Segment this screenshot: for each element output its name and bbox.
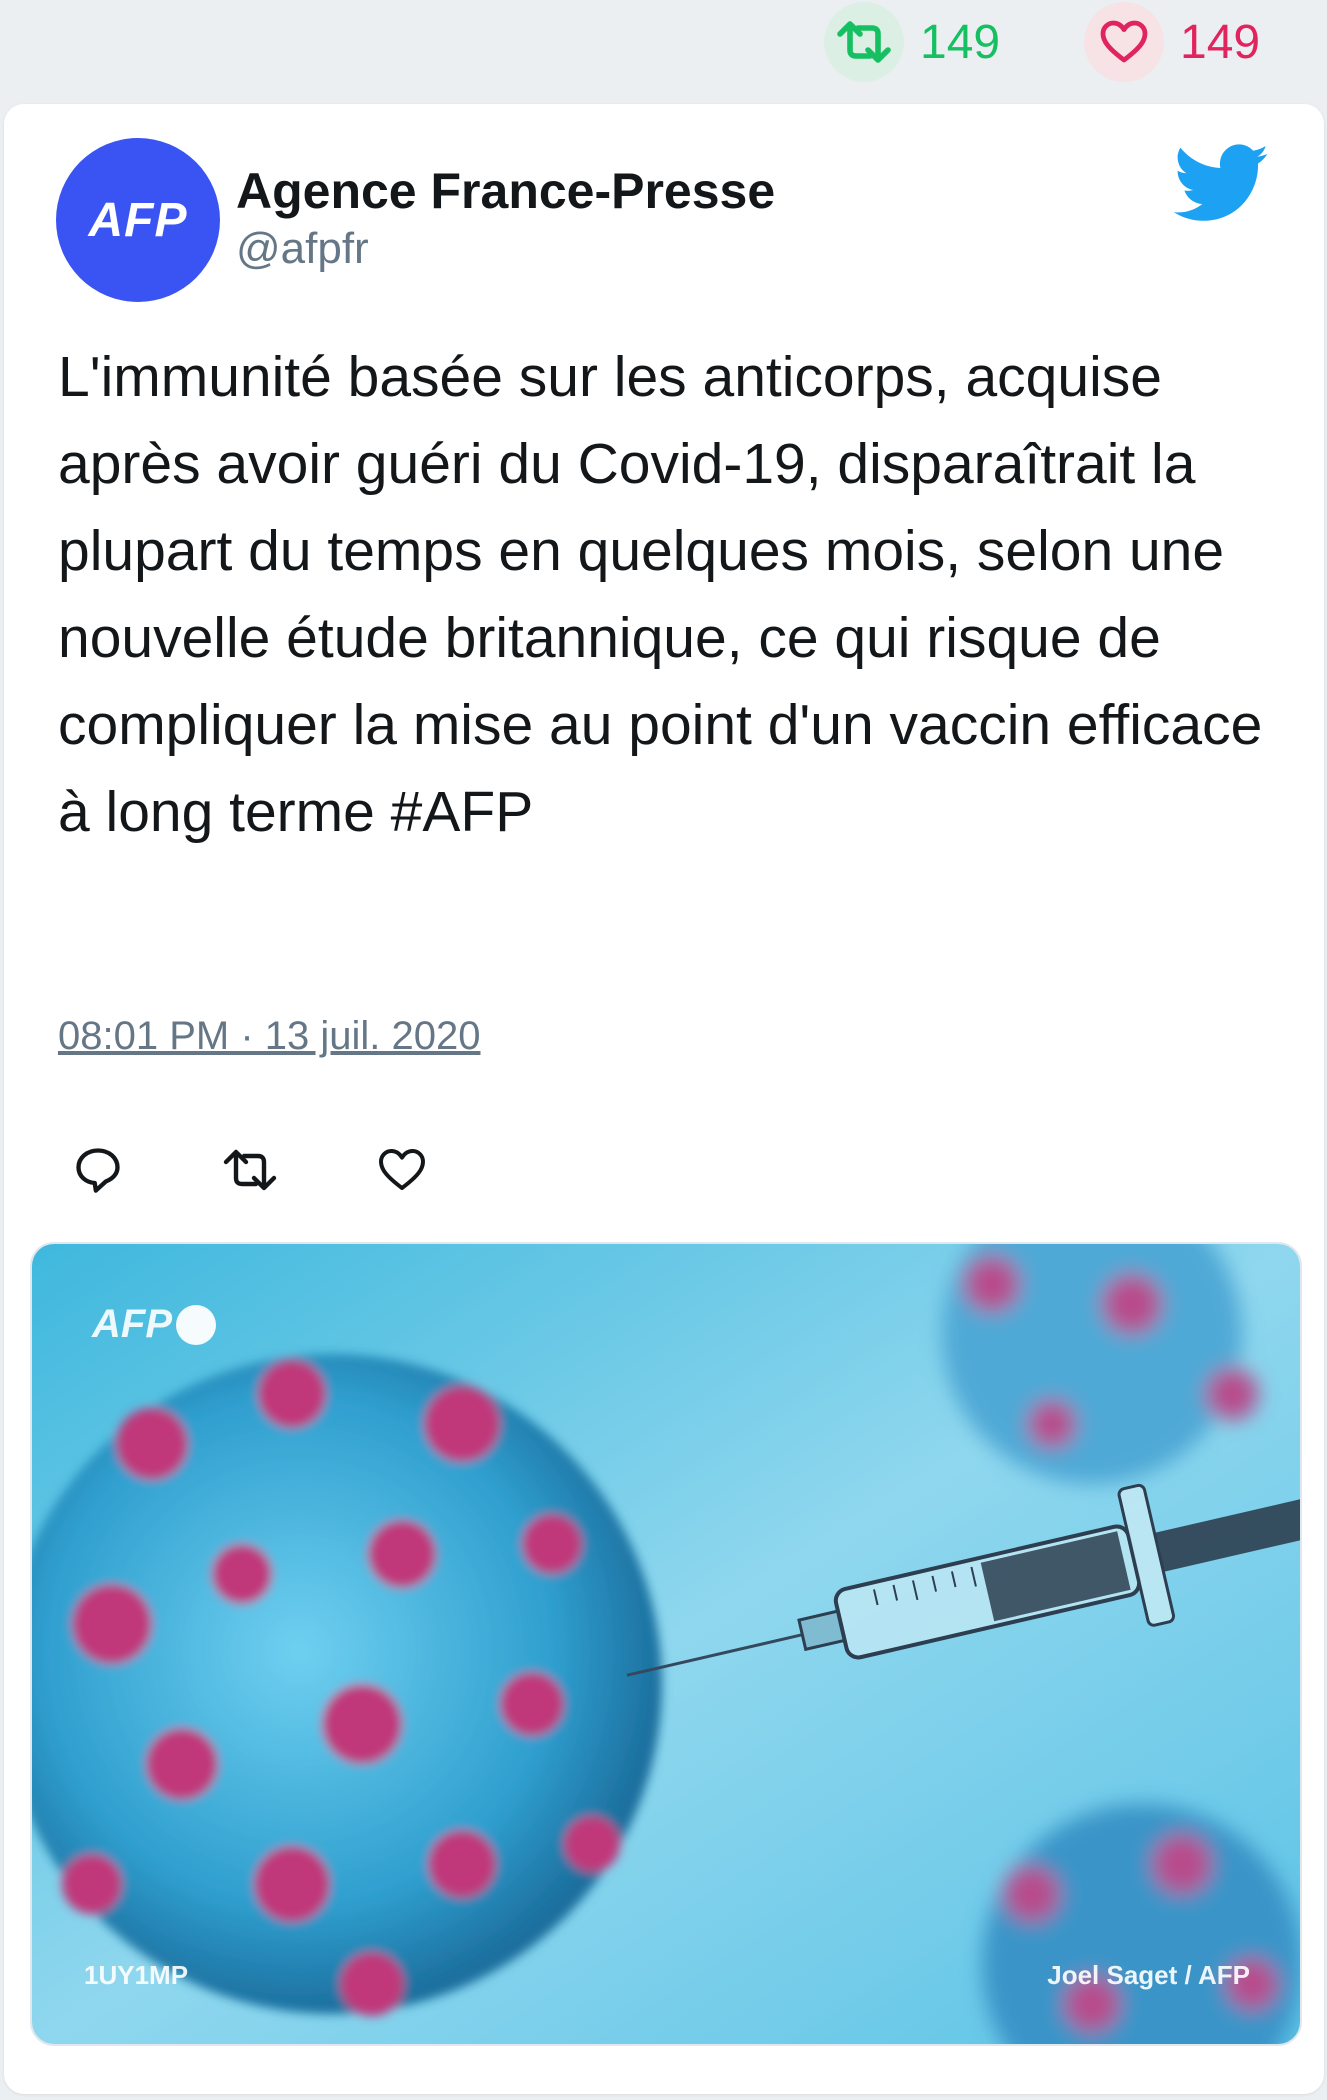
like-count-button[interactable]: 149 bbox=[1084, 2, 1261, 82]
tweet-timestamp-link[interactable]: 08:01 PM · 13 juil. 2020 bbox=[58, 1014, 480, 1059]
reply-icon[interactable] bbox=[58, 1130, 138, 1210]
like-action-icon[interactable] bbox=[362, 1130, 442, 1210]
retweet-action-icon[interactable] bbox=[210, 1130, 290, 1210]
avatar-text: AFP bbox=[88, 193, 188, 247]
coronavirus-syringe-illustration bbox=[32, 1244, 1300, 2044]
heart-icon bbox=[1084, 2, 1164, 82]
author-name[interactable]: Agence France-Presse bbox=[236, 162, 775, 220]
avatar[interactable]: AFP bbox=[56, 138, 220, 302]
retweet-count: 149 bbox=[920, 15, 1001, 69]
tweet-text: L'immunité basée sur les anticorps, acqu… bbox=[58, 345, 1263, 844]
like-count: 149 bbox=[1180, 15, 1261, 69]
retweet-icon bbox=[824, 2, 904, 82]
author-handle[interactable]: @afpfr bbox=[236, 224, 369, 274]
tweet-card[interactable]: AFP Agence France-Presse @afpfr L'immuni… bbox=[4, 104, 1324, 2094]
twitter-bird-icon[interactable] bbox=[1174, 144, 1270, 224]
retweet-count-button[interactable]: 149 bbox=[824, 2, 1001, 82]
afp-watermark: AFP bbox=[92, 1302, 216, 1347]
engagement-bar: 149 149 bbox=[0, 0, 1327, 100]
image-credit: Joel Saget / AFP bbox=[1047, 1960, 1250, 1990]
tweet-media-image[interactable]: AFP 1UY1MP Joel Saget / AFP bbox=[30, 1242, 1302, 2046]
image-code: 1UY1MP bbox=[84, 1960, 189, 1990]
